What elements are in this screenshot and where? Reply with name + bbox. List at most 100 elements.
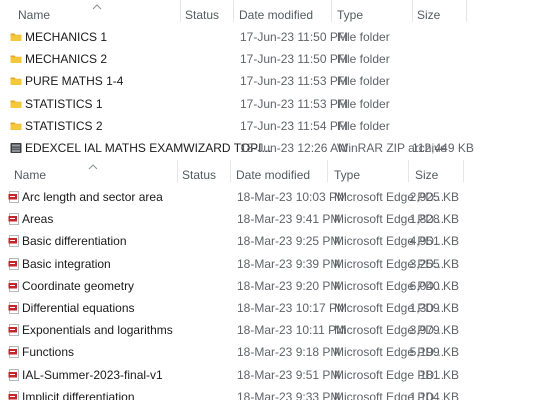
file-name: Coordinate geometry	[22, 278, 135, 293]
file-size: 1,309 KB	[409, 300, 459, 315]
file-size	[412, 48, 463, 70]
folder-icon	[10, 55, 22, 64]
file-size: 2,925 KB	[409, 190, 459, 204]
table-row[interactable]: Coordinate geometry 18-Mar-23 9:20 PM Micr…	[0, 275, 547, 297]
table-row[interactable]: MECHANICS 2 17-Jun-23 11:50 PM File folder	[0, 48, 547, 70]
table-row[interactable]: STATISTICS 2 17-Jun-23 11:54 PM File folde…	[0, 115, 547, 137]
file-size	[412, 93, 463, 115]
file-size: 4,951 KB	[409, 234, 459, 249]
file-size: 1,104 KB	[409, 389, 459, 400]
file-name: Implicit differentiation	[22, 389, 135, 400]
file-date-modified: 18-Mar-23 9:20 PM	[237, 278, 341, 293]
table-row[interactable]: Exponentials and logarithms 18-Mar-23 10:…	[0, 319, 547, 341]
pdf-icon	[8, 257, 19, 270]
file-name: Basic integration	[22, 256, 111, 271]
pdf-icon	[8, 368, 19, 381]
zip-archive-icon	[10, 142, 22, 153]
file-name: Basic differentiation	[22, 234, 127, 249]
file-size: 3,255 KB	[409, 256, 459, 271]
file-date-modified: 17-Jun-23 11:50 PM	[240, 30, 348, 44]
file-type: File folder	[337, 96, 390, 111]
top-file-rows: MECHANICS 1 17-Jun-23 11:50 PM File folder…	[0, 26, 547, 159]
table-row[interactable]: STATISTICS 1 17-Jun-23 11:53 PM File folde…	[0, 93, 547, 115]
file-name: MECHANICS 1	[25, 30, 108, 44]
bottom-file-list: Name Status Date modified Type Size Arc …	[0, 160, 547, 400]
table-row[interactable]: Arc length and sector area 18-Mar-23 10:0…	[0, 186, 547, 208]
file-date-modified: 17-Jun-23 11:54 PM	[240, 118, 348, 133]
file-date-modified: 18-Jun-23 12:26 AM	[240, 140, 349, 155]
table-row[interactable]: EDEXCEL IAL MATHS EXAMWIZARD TOPI... 18-J…	[0, 137, 547, 159]
pdf-icon	[8, 301, 19, 314]
folder-icon	[10, 100, 22, 108]
file-date-modified: 18-Mar-23 9:18 PM	[237, 345, 341, 360]
file-date-modified: 17-Jun-23 11:50 PM	[240, 52, 348, 67]
pdf-icon	[8, 279, 19, 292]
file-date-modified: 17-Jun-23 11:53 PM	[240, 96, 348, 111]
file-name: IAL-Summer-2023-final-v1	[22, 367, 163, 382]
file-size: 6,040 KB	[409, 278, 459, 293]
column-separator[interactable]	[463, 160, 464, 182]
folder-icon	[10, 33, 22, 41]
column-separator[interactable]	[408, 160, 409, 182]
file-type: File folder	[337, 118, 390, 133]
file-name: Areas	[22, 212, 54, 227]
table-row[interactable]: MECHANICS 1 17-Jun-23 11:50 PM File folder	[0, 26, 547, 48]
file-size: 112,449 KB	[412, 140, 474, 155]
column-separator[interactable]	[466, 0, 467, 22]
file-date-modified: 17-Jun-23 11:53 PM	[240, 74, 348, 89]
file-name: STATISTICS 1	[25, 96, 103, 111]
file-size: 3,979 KB	[409, 323, 459, 338]
pdf-icon	[8, 390, 19, 400]
pdf-icon	[8, 324, 19, 337]
table-row[interactable]: IAL-Summer-2023-final-v1 18-Mar-23 9:51 P…	[0, 364, 547, 386]
table-row[interactable]: Areas 18-Mar-23 9:41 PM Microsoft Edge PD.…	[0, 208, 547, 230]
column-separator[interactable]	[180, 0, 181, 22]
table-row[interactable]: Basic differentiation 18-Mar-23 9:25 PM Mi…	[0, 230, 547, 252]
file-size: 5,199 KB	[409, 345, 459, 360]
column-separator[interactable]	[412, 0, 413, 22]
file-name: PURE MATHS 1-4	[25, 74, 124, 89]
table-row[interactable]: PURE MATHS 1-4 17-Jun-23 11:53 PM File fol…	[0, 70, 547, 92]
column-separator[interactable]	[177, 160, 178, 182]
file-type: File folder	[337, 52, 390, 67]
folder-icon	[10, 77, 22, 86]
file-name: STATISTICS 2	[25, 118, 103, 133]
pdf-icon	[8, 346, 19, 359]
file-name: MECHANICS 2	[25, 52, 108, 67]
file-date-modified: 18-Mar-23 9:39 PM	[237, 256, 341, 271]
file-name: Differential equations	[22, 300, 135, 315]
pdf-icon	[8, 191, 19, 203]
column-separator[interactable]	[233, 0, 234, 22]
sort-ascending-icon	[88, 164, 98, 170]
file-type: File folder	[337, 30, 390, 44]
pdf-icon	[8, 213, 19, 226]
column-separator[interactable]	[331, 0, 332, 22]
table-row[interactable]: Differential equations 18-Mar-23 10:17 PM…	[0, 297, 547, 319]
file-date-modified: 18-Mar-23 10:17 PM	[237, 300, 348, 315]
file-date-modified: 18-Mar-23 9:41 PM	[237, 212, 341, 227]
column-separator[interactable]	[230, 160, 231, 182]
table-row[interactable]: Implicit differentiation 18-Mar-23 9:33 P…	[0, 386, 547, 400]
file-name: Arc length and sector area	[22, 190, 163, 204]
file-date-modified: 18-Mar-23 10:11 PM	[237, 323, 347, 338]
pdf-icon	[8, 235, 19, 248]
file-name: Exponentials and logarithms	[22, 323, 173, 338]
folder-icon	[10, 122, 22, 130]
table-row[interactable]: Basic integration 18-Mar-23 9:39 PM Micros…	[0, 253, 547, 275]
table-row[interactable]: Functions 18-Mar-23 9:18 PM Microsoft Edge…	[0, 341, 547, 363]
file-size: 1,828 KB	[409, 212, 459, 227]
file-size	[412, 70, 463, 92]
file-date-modified: 18-Mar-23 9:33 PM	[237, 389, 341, 400]
file-type: File folder	[337, 74, 390, 89]
file-name: Functions	[22, 345, 75, 360]
sort-ascending-icon	[92, 4, 102, 10]
column-separator[interactable]	[327, 160, 328, 182]
file-name: EDEXCEL IAL MATHS EXAMWIZARD TOPI...	[25, 140, 272, 155]
file-size	[412, 26, 463, 48]
file-size	[412, 115, 463, 137]
file-date-modified: 18-Mar-23 9:25 PM	[237, 234, 341, 249]
bottom-file-rows: Arc length and sector area 18-Mar-23 10:0…	[0, 186, 547, 400]
file-date-modified: 18-Mar-23 10:03 PM	[237, 190, 348, 204]
file-date-modified: 18-Mar-23 9:51 PM	[237, 367, 341, 382]
file-size: 181 KB	[419, 367, 459, 382]
